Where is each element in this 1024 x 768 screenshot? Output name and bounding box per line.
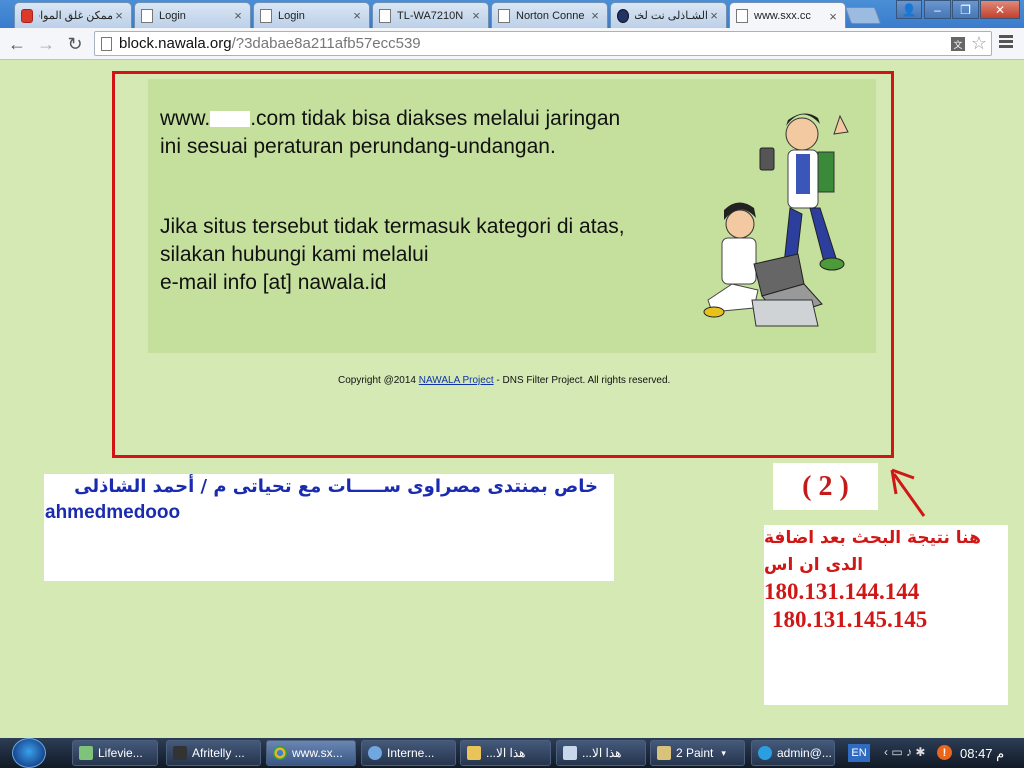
folder-icon — [467, 746, 481, 760]
credit-annotation: خاص بمنتدى مصراوى ســـــات مع تحياتى م /… — [44, 474, 614, 581]
nawala-project-link[interactable]: NAWALA Project — [419, 375, 494, 386]
tab-1[interactable]: Login × — [134, 2, 251, 28]
tab-label: Login — [159, 9, 186, 22]
browser-toolbar: ← → ↻ block.nawala.org/?3dabae8a211afb57… — [0, 28, 1024, 60]
taskbar-item-3[interactable]: Interne... — [361, 740, 456, 766]
skype-icon — [758, 746, 772, 760]
blocked-message: www. .com tidak bisa diakses melalui jari… — [160, 105, 630, 161]
tab-6-active[interactable]: www.sxx.cc × — [729, 2, 846, 29]
tab-label: TL-WA7210N — [397, 9, 464, 22]
internet-icon — [368, 746, 382, 760]
page-icon — [141, 8, 153, 23]
url-path: /?3dabae8a211afb57ecc539 — [231, 35, 421, 52]
result-arabic-text: هنا نتيجة البحث بعد اضافة الدى ان اس — [764, 525, 986, 579]
tab-strip: ممكن غلق المواقع × Login × Login × TL-WA… — [0, 0, 1024, 29]
taskbar-label: Afritelly ... — [192, 746, 245, 760]
user-icon[interactable]: 👤 — [896, 0, 922, 19]
close-icon[interactable]: × — [708, 8, 720, 23]
start-button[interactable] — [12, 738, 46, 768]
result-annotation: هنا نتيجة البحث بعد اضافة الدى ان اس 180… — [764, 525, 1008, 705]
tab-5[interactable]: الشـاذلى نت لخدمة × — [610, 2, 727, 28]
page-icon — [101, 37, 112, 51]
new-tab-button[interactable] — [844, 7, 882, 24]
red-logo-icon — [21, 8, 33, 23]
close-icon[interactable]: × — [232, 8, 244, 23]
contact-message: Jika situs tersebut tidak termasuk kateg… — [160, 213, 660, 297]
step-number-label: ( 2 ) — [773, 463, 878, 510]
taskbar-label: Lifevie... — [98, 746, 143, 760]
chrome-icon — [273, 746, 287, 760]
copyright-prefix: Copyright @2014 — [338, 375, 419, 386]
clock[interactable]: 08:47 م — [960, 746, 1004, 762]
language-indicator[interactable]: EN — [848, 744, 870, 762]
tab-label: www.sxx.cc — [754, 10, 811, 22]
page-icon — [736, 9, 748, 23]
paint-icon — [657, 746, 671, 760]
close-icon[interactable]: × — [351, 8, 363, 23]
menu-icon[interactable] — [999, 35, 1013, 51]
tab-4[interactable]: Norton Conne × — [491, 2, 608, 28]
close-icon[interactable]: × — [827, 9, 839, 24]
red-arrow-icon — [890, 468, 926, 517]
redaction-mark — [210, 111, 251, 128]
alert-icon[interactable]: ! — [937, 745, 952, 760]
tab-label: ممكن غلق المواقع — [39, 10, 113, 22]
contact-email: e-mail info [at] nawala.id — [160, 271, 387, 294]
taskbar-label: www.sx... — [292, 746, 343, 760]
taskbar-item-5[interactable]: هذا الا... — [556, 740, 646, 766]
back-button[interactable]: ← — [6, 33, 28, 55]
taskbar-item-0[interactable]: Lifevie... — [72, 740, 158, 766]
reload-button[interactable]: ↻ — [64, 33, 86, 55]
translate-icon[interactable]: 文 — [951, 37, 965, 51]
close-icon[interactable]: × — [470, 8, 482, 23]
tab-label: Norton Conne — [516, 9, 585, 22]
tab-label: الشـاذلى نت لخدمة — [635, 10, 708, 22]
tab-2[interactable]: Login × — [253, 2, 370, 28]
close-window-button[interactable]: ✕ — [980, 0, 1020, 19]
taskbar-label: 2 Paint — [676, 746, 714, 760]
taskbar-label: هذا الا... — [582, 746, 622, 760]
page-icon — [379, 8, 391, 23]
taskbar-item-6[interactable]: 2 Paint ▾ — [650, 740, 745, 766]
url-host: block.nawala.org — [119, 35, 232, 52]
taskbar-item-4[interactable]: هذا الا... — [460, 740, 551, 766]
page-icon — [498, 8, 510, 23]
chevron-down-icon[interactable]: ▾ — [721, 748, 726, 759]
close-icon[interactable]: × — [113, 8, 125, 23]
app-icon — [173, 746, 187, 760]
contact-message-text: Jika situs tersebut tidak termasuk kateg… — [160, 215, 625, 266]
address-bar[interactable]: block.nawala.org/?3dabae8a211afb57ecc539… — [94, 31, 992, 56]
taskbar-item-2[interactable]: www.sx... — [266, 740, 356, 766]
credit-arabic-text: خاص بمنتدى مصراوى ســـــات مع تحياتى م /… — [74, 476, 598, 497]
taskbar-label: هذا الا... — [486, 746, 526, 760]
copyright-suffix: - DNS Filter Project. All rights reserve… — [493, 375, 671, 386]
taskbar: Lifevie... Afritelly ... www.sx... Inter… — [0, 738, 1024, 768]
taskbar-item-7[interactable]: admin@... — [751, 740, 835, 766]
tab-label: Login — [278, 9, 305, 22]
result-line-1: هنا نتيجة البحث بعد اضافة — [764, 528, 981, 548]
system-tray-icons[interactable]: ‹ ▭ ♪ ✱ — [884, 745, 925, 759]
nawala-n-icon — [617, 8, 629, 23]
taskbar-label: admin@... — [777, 746, 832, 760]
taskbar-label: Interne... — [387, 746, 435, 760]
dns-ip-2: 180.131.145.145 — [772, 607, 928, 632]
copyright-footer: Copyright @2014 NAWALA Project - DNS Fil… — [338, 375, 670, 386]
minimize-button[interactable]: – — [924, 0, 951, 19]
dns-ip-1: 180.131.144.144 — [764, 579, 920, 604]
result-line-2: الدى ان اس — [764, 555, 864, 575]
tab-3[interactable]: TL-WA7210N × — [372, 2, 489, 28]
close-icon[interactable]: × — [589, 8, 601, 23]
document-icon — [563, 746, 577, 760]
forward-button[interactable]: → — [35, 33, 57, 55]
bookmark-star-icon[interactable]: ☆ — [971, 33, 987, 54]
blocked-domain-prefix: www. — [160, 107, 211, 130]
credit-username: ahmedmedooo — [45, 502, 181, 523]
page-icon — [260, 8, 272, 23]
app-icon — [79, 746, 93, 760]
maximize-button[interactable]: ❐ — [952, 0, 979, 19]
tab-0[interactable]: ممكن غلق المواقع × — [14, 2, 132, 28]
taskbar-item-1[interactable]: Afritelly ... — [166, 740, 261, 766]
mascot-illustration — [703, 113, 849, 327]
